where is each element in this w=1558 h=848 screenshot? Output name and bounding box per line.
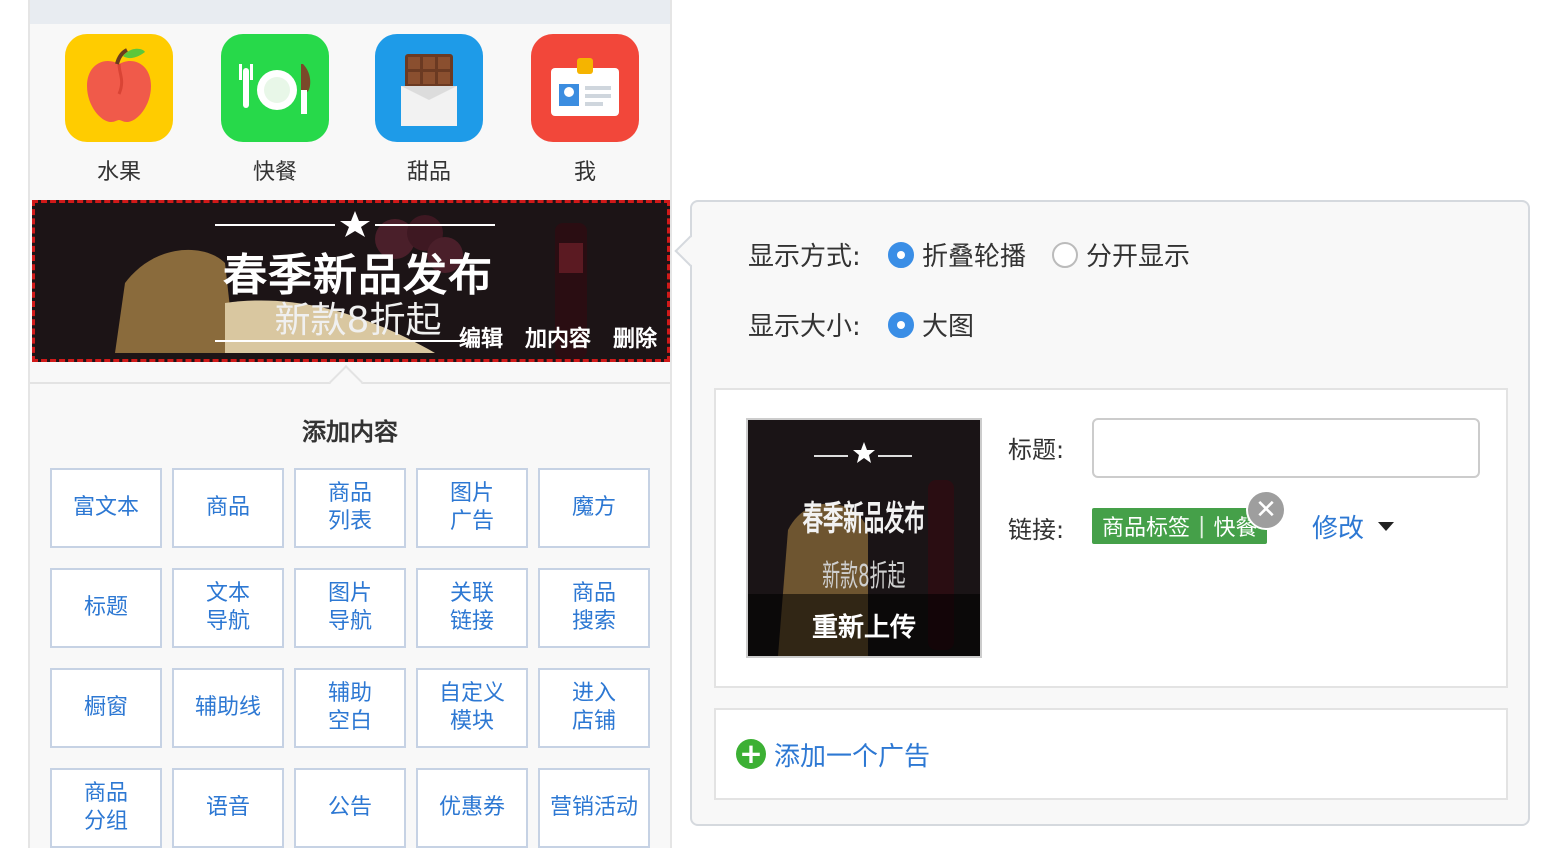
radio-label: 分开显示 [1086,242,1191,272]
component-button[interactable]: 营销活动 [538,768,650,848]
display-size-label: 显示大小: [748,312,861,342]
app-label: 我 [573,160,596,185]
component-button[interactable]: 商品 列表 [294,468,406,548]
display-size-row: 显示大小: 大图 [748,306,1000,343]
component-button[interactable]: 橱窗 [50,668,162,748]
add-content-button[interactable]: 加内容 [525,321,591,353]
radio-checked-icon [888,241,914,268]
radio-checked-icon [888,311,914,338]
component-button[interactable]: 文本 导航 [172,568,284,648]
display-mode-row: 显示方式: 折叠轮播 分开显示 [748,236,1216,273]
plus-circle-icon: + [736,739,766,769]
display-mode-label: 显示方式: [748,242,861,272]
title-input[interactable] [1092,418,1480,478]
app-label: 水果 [96,160,141,185]
popover-caret [674,235,706,267]
link-tag: 商品标签 | 快餐 [1092,508,1268,544]
link-label: 链接: [1008,516,1065,544]
modify-label: 修改 [1312,514,1365,544]
thumbnail-headline: 春季新品发布 [803,498,925,538]
component-button[interactable]: 优惠券 [416,768,528,848]
component-button[interactable]: 关联 链接 [416,568,528,648]
modify-link-dropdown[interactable]: 修改 [1312,508,1395,545]
component-button[interactable]: 辅助 空白 [294,668,406,748]
remove-link-close-icon[interactable]: ✕ [1246,490,1286,530]
component-button[interactable]: 标题 [50,568,162,648]
component-button[interactable]: 魔方 [538,468,650,548]
banner-ad[interactable]: 春季新品发布 新款8折起 编辑 加内容 删除 [32,200,670,362]
link-tag-type: 商品标签 [1102,516,1191,541]
panel-caret [329,365,363,399]
add-content-title: 添加内容 [302,418,398,446]
reupload-button[interactable]: 重新上传 [748,594,980,656]
add-ad-button[interactable]: + 添加一个广告 [714,708,1508,800]
edit-button[interactable]: 编辑 [459,321,503,353]
component-button[interactable]: 图片 广告 [416,468,528,548]
radio-collapse-carousel[interactable]: 折叠轮播 [888,236,1026,273]
component-button[interactable]: 图片 导航 [294,568,406,648]
component-button[interactable]: 商品 搜索 [538,568,650,648]
tag-separator: | [1198,513,1206,539]
component-button[interactable]: 商品 分组 [50,768,162,848]
component-button[interactable]: 辅助线 [172,668,284,748]
app-label: 甜品 [406,160,451,185]
component-button[interactable]: 自定义 模块 [416,668,528,748]
delete-button[interactable]: 删除 [613,321,657,353]
radio-unchecked-icon [1052,241,1079,268]
thumbnail-subline: 新款8折起 [822,558,905,593]
radio-separate-display[interactable]: 分开显示 [1052,236,1190,273]
add-ad-label: 添加一个广告 [774,741,931,772]
chocolate-bar-icon [375,34,483,142]
component-button[interactable]: 进入 店铺 [538,668,650,748]
apple-icon [65,34,173,142]
component-button[interactable]: 语音 [172,768,284,848]
banner-actions: 编辑 加内容 删除 [459,321,657,353]
phone-preview: 水果 快餐 甜品 我 春季新品发布 新款8折起 编辑 加内容 删除 添加内容 富… [28,0,672,848]
editor-stage: 水果 快餐 甜品 我 春季新品发布 新款8折起 编辑 加内容 删除 添加内容 富… [0,0,1558,848]
component-button[interactable]: 公告 [294,768,406,848]
component-button[interactable]: 富文本 [50,468,162,548]
app-me[interactable]: 我 [530,34,640,186]
radio-large-image[interactable]: 大图 [888,306,974,343]
phone-top-bar [30,0,670,24]
radio-label: 折叠轮播 [922,242,1027,272]
component-grid: 富文本 商品 商品 列表 图片 广告 魔方 标题 文本 导航 图片 导航 关联 … [50,468,650,848]
app-dessert[interactable]: 甜品 [374,34,484,186]
ad-image-thumbnail[interactable]: 春季新品发布 新款8折起 重新上传 [746,418,982,658]
title-label: 标题: [1008,436,1065,464]
ad-item-card: 春季新品发布 新款8折起 重新上传 标题: 链接: 商品标签 | 快餐 ✕ 修改 [714,388,1508,688]
plate-cutlery-icon [221,34,329,142]
ad-settings-popover: 显示方式: 折叠轮播 分开显示 显示大小: 大图 春季新品发布 新款8折起 重新… [674,200,1530,826]
component-button[interactable]: 商品 [172,468,284,548]
id-badge-icon [531,34,639,142]
app-fruit[interactable]: 水果 [64,34,174,186]
add-content-panel: 添加内容 富文本 商品 商品 列表 图片 广告 魔方 标题 文本 导航 图片 导… [30,365,670,848]
app-fastfood[interactable]: 快餐 [220,34,330,186]
chevron-down-icon [1378,522,1395,531]
app-label: 快餐 [252,160,297,185]
radio-label: 大图 [922,312,975,342]
